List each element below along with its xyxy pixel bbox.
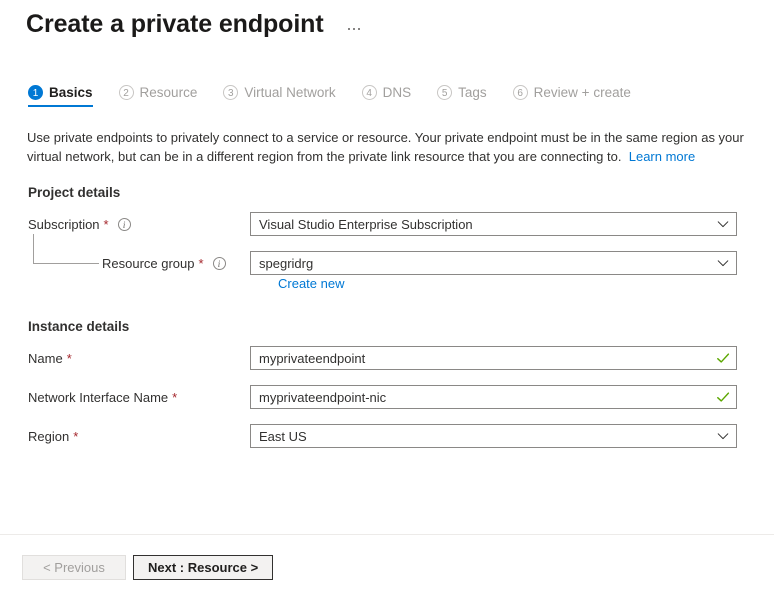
tab-step-number: 3 (223, 85, 239, 100)
tab-step-number: 2 (118, 85, 134, 100)
tab-step-number: 6 (512, 85, 528, 100)
previous-button[interactable]: < Previous (22, 555, 126, 580)
network-interface-name-value: myprivateendpoint-nic (259, 389, 387, 405)
subscription-value: Visual Studio Enterprise Subscription (259, 216, 473, 232)
name-input[interactable]: myprivateendpoint (250, 346, 737, 370)
required-asterisk: * (73, 428, 79, 444)
tab-basics[interactable]: 1 Basics (28, 85, 93, 107)
region-label: Region * (28, 429, 78, 444)
resource-group-label: Resource group * i (102, 256, 226, 271)
tab-label: Review + create (533, 85, 631, 100)
page-header: Create a private endpoint (26, 8, 360, 40)
resource-group-label-text: Resource group (102, 255, 195, 271)
info-icon[interactable]: i (212, 256, 226, 270)
info-icon[interactable]: i (117, 217, 131, 231)
footer-divider (0, 534, 774, 535)
region-dropdown[interactable]: East US (250, 424, 737, 448)
more-options-icon[interactable] (347, 18, 360, 30)
wizard-tabs: 1 Basics 2 Resource 3 Virtual Network 4 … (28, 85, 657, 107)
subscription-dropdown[interactable]: Visual Studio Enterprise Subscription (250, 212, 737, 236)
tab-step-number: 4 (361, 85, 377, 100)
required-asterisk: * (172, 389, 178, 405)
validation-check-icon (717, 392, 730, 402)
section-heading-instance-details: Instance details (28, 319, 130, 334)
subscription-label-text: Subscription (28, 216, 100, 232)
network-interface-name-input[interactable]: myprivateendpoint-nic (250, 385, 737, 409)
chevron-down-icon (717, 433, 729, 440)
required-asterisk: * (103, 216, 109, 232)
tab-tags[interactable]: 5 Tags (437, 85, 487, 107)
resource-group-dropdown[interactable]: spegridrg (250, 251, 737, 275)
subscription-label: Subscription * i (28, 217, 131, 232)
tab-review-create[interactable]: 6 Review + create (512, 85, 631, 107)
tab-dns[interactable]: 4 DNS (361, 85, 412, 107)
ellipsis-dot (352, 28, 355, 30)
name-label-text: Name (28, 350, 63, 366)
tab-step-number: 1 (28, 85, 43, 100)
tab-label: Resource (139, 85, 198, 100)
name-value: myprivateendpoint (259, 350, 366, 366)
tab-label: Basics (49, 85, 93, 100)
learn-more-link[interactable]: Learn more (629, 149, 695, 164)
validation-check-icon (717, 353, 730, 363)
network-interface-name-label-text: Network Interface Name (28, 389, 169, 405)
resource-group-value: spegridrg (259, 255, 314, 271)
required-asterisk: * (198, 255, 204, 271)
region-value: East US (259, 428, 307, 444)
page-description: Use private endpoints to privately conne… (27, 128, 767, 166)
ellipsis-dot (357, 28, 360, 30)
region-label-text: Region (28, 428, 70, 444)
network-interface-name-label: Network Interface Name * (28, 390, 177, 405)
tab-label: Tags (458, 85, 487, 100)
tab-step-number: 5 (437, 85, 453, 100)
footer-actions: < Previous Next : Resource > (22, 555, 274, 580)
ellipsis-dot (347, 28, 350, 30)
tab-virtual-network[interactable]: 3 Virtual Network (223, 85, 336, 107)
page-title: Create a private endpoint (26, 10, 324, 38)
name-label: Name * (28, 351, 72, 366)
next-resource-button[interactable]: Next : Resource > (133, 555, 274, 580)
tab-label: Virtual Network (244, 85, 336, 100)
section-heading-project-details: Project details (28, 185, 121, 200)
create-new-resource-group-link[interactable]: Create new (278, 276, 344, 291)
tab-label: DNS (382, 85, 412, 100)
chevron-down-icon (717, 260, 729, 267)
chevron-down-icon (717, 221, 729, 228)
required-asterisk: * (66, 350, 72, 366)
tab-resource[interactable]: 2 Resource (118, 85, 198, 107)
